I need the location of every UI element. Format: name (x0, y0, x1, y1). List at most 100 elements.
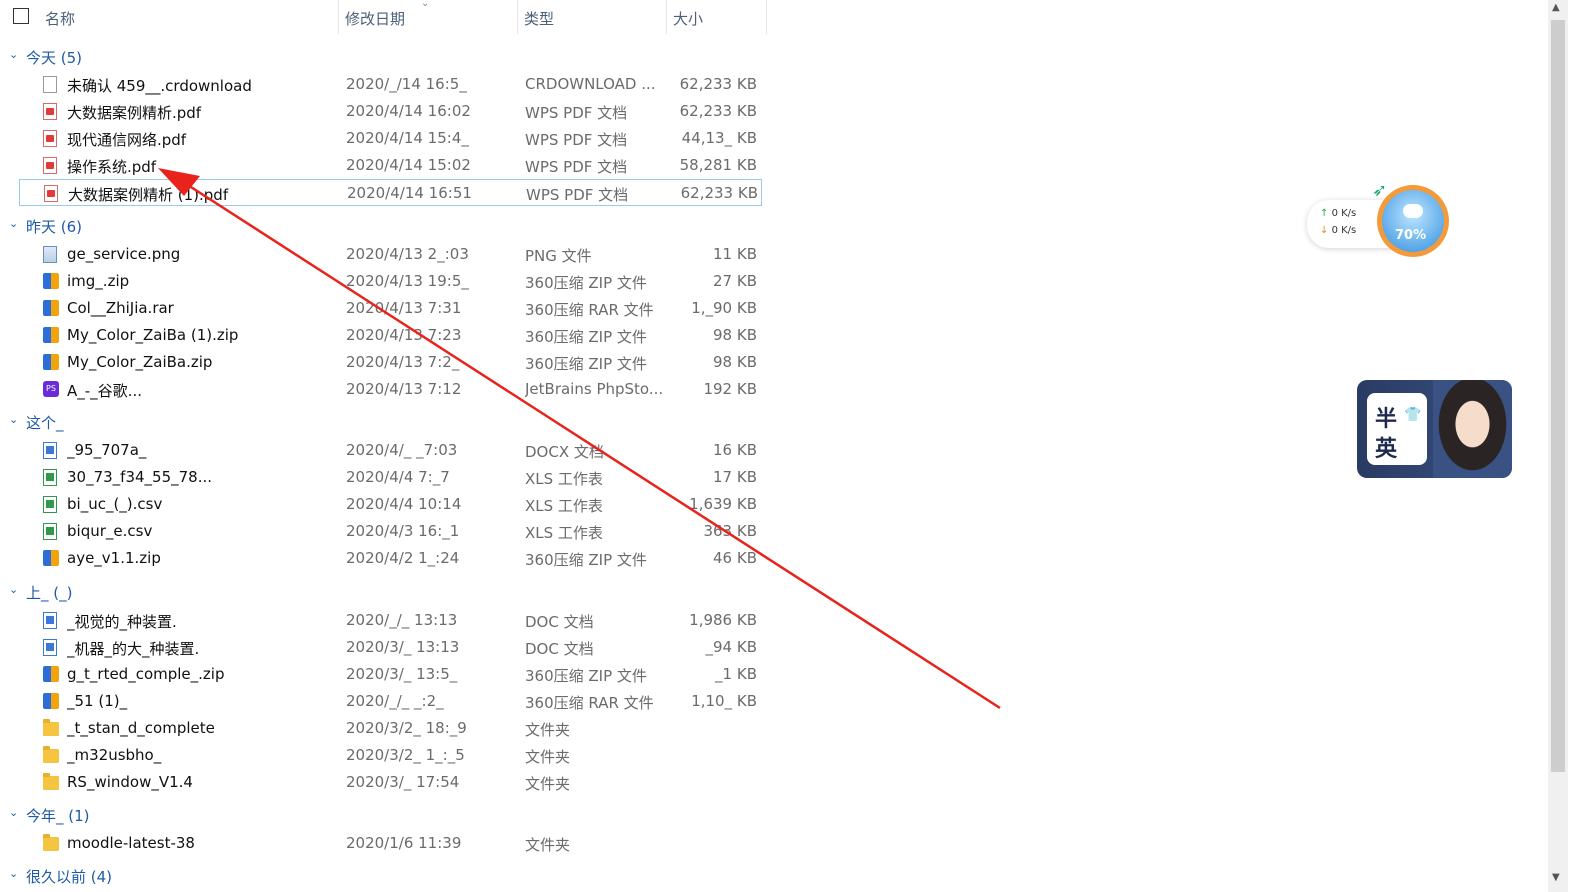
file-date: 2020/4/3 16:_1 (346, 522, 460, 540)
file-row[interactable]: My_Color_ZaiBa.zip 2020/4/13 7:2_ 360压缩 ZI… (19, 349, 762, 376)
column-size-header[interactable]: 大小 (667, 0, 767, 34)
file-size: _94 KB (705, 638, 757, 656)
collapse-chevron-icon[interactable]: ⌄ (9, 867, 18, 880)
upload-arrow-icon: ↑ (1320, 208, 1329, 219)
file-size: 1,_90 KB (691, 299, 757, 317)
file-row[interactable]: moodle-latest-38 2020/1/6 11:39 文件夹 (19, 830, 762, 857)
file-row[interactable]: 大数据案例精析 (1).pdf 2020/4/14 16:51 WPS PDF 文档… (19, 179, 762, 206)
group-label: 昨天 (6) (26, 218, 83, 236)
scrollbar-thumb[interactable] (1551, 20, 1565, 772)
file-name: A_-_谷歌... (67, 382, 142, 400)
file-row[interactable]: 现代通信网络.pdf 2020/4/14 15:4_ WPS PDF 文档 44,13… (19, 125, 762, 152)
file-row[interactable]: 未确认 459__.crdownload 2020/_/14 16:5_ CRDOW… (19, 71, 762, 98)
scroll-up-icon[interactable]: ▲ (1552, 2, 1560, 13)
file-type: WPS PDF 文档 (525, 131, 628, 149)
zip-archive-icon (43, 666, 59, 682)
collapse-chevron-icon[interactable]: ⌄ (9, 413, 18, 426)
file-date: 2020/3/2_ 18:_9 (346, 719, 467, 737)
file-row[interactable]: aye_v1.1.zip 2020/4/2 1_:24 360压缩 ZIP 文件 46… (19, 545, 762, 572)
file-type: 360压缩 ZIP 文件 (525, 328, 647, 346)
file-date: 2020/4/14 16:02 (346, 102, 471, 120)
file-row[interactable]: _t_stan_d_complete 2020/3/2_ 18:_9 文件夹 (19, 715, 762, 742)
file-name: img_.zip (67, 272, 130, 290)
column-name-header[interactable]: 名称 (0, 0, 339, 34)
file-date: 2020/4/13 7:12 (346, 380, 462, 398)
rocket-icon: ➶ (1372, 180, 1388, 201)
zip-archive-icon (43, 693, 59, 709)
folder-icon (43, 719, 59, 736)
file-row[interactable]: ge_service.png 2020/4/13 2_:03 PNG 文件 11 KB (19, 241, 762, 268)
file-type: PNG 文件 (525, 247, 592, 265)
group-header[interactable]: ⌄ 今年_ (1) (0, 803, 1548, 825)
folder-icon (43, 773, 59, 790)
file-row[interactable]: My_Color_ZaiBa (1).zip 2020/4/13 7:23 360压… (19, 322, 762, 349)
file-row[interactable]: RS_window_V1.4 2020/3/_ 17:54 文件夹 (19, 769, 762, 796)
file-size: 98 KB (713, 326, 757, 344)
file-date: 2020/4/14 16:51 (347, 184, 472, 202)
ad-logo: 半 👕 英 (1367, 393, 1427, 465)
column-size-label: 大小 (673, 10, 704, 28)
file-name: _机器_的大_种装置. (67, 640, 200, 658)
scroll-down-icon[interactable]: ▼ (1552, 872, 1560, 883)
file-type: WPS PDF 文档 (525, 158, 628, 176)
file-date: 2020/4/14 15:02 (346, 156, 471, 174)
download-speed: ↓ 0 K/s (1320, 225, 1356, 236)
zip-archive-icon (43, 300, 59, 316)
file-type: XLS 工作表 (525, 470, 603, 488)
file-row[interactable]: img_.zip 2020/4/13 19:5_ 360压缩 ZIP 文件 27 KB (19, 268, 762, 295)
file-type: DOC 文档 (525, 613, 594, 631)
file-type: XLS 工作表 (525, 524, 603, 542)
file-size: 44,13_ KB (681, 129, 757, 147)
upload-speed-value: 0 K/s (1331, 208, 1357, 219)
file-row[interactable]: _机器_的大_种装置. 2020/3/_ 13:13 DOC 文档 _94 KB (19, 634, 762, 661)
file-row[interactable]: 大数据案例精析.pdf 2020/4/14 16:02 WPS PDF 文档 62,2… (19, 98, 762, 125)
file-row[interactable]: 操作系统.pdf 2020/4/14 15:02 WPS PDF 文档 58,281 … (19, 152, 762, 179)
collapse-chevron-icon[interactable]: ⌄ (9, 583, 18, 596)
collapse-chevron-icon[interactable]: ⌄ (9, 48, 18, 61)
file-row[interactable]: _视觉的_种装置. 2020/_/_ 13:13 DOC 文档 1,986 KB (19, 607, 762, 634)
upload-speed: ↑ 0 K/s (1320, 208, 1356, 219)
vertical-scrollbar[interactable]: ▲ ▼ (1548, 0, 1568, 892)
file-row[interactable]: _95_707a_ 2020/4/_ _7:03 DOCX 文档 16 KB (19, 437, 762, 464)
group-header[interactable]: ⌄ 很久以前 (4) (0, 864, 1548, 886)
excel-icon (43, 469, 57, 486)
file-row[interactable]: PS A_-_谷歌... 2020/4/13 7:12 JetBrains PhpSt… (19, 376, 762, 403)
file-type: 360压缩 ZIP 文件 (525, 274, 647, 292)
file-size: 62,233 KB (679, 102, 757, 120)
collapse-chevron-icon[interactable]: ⌄ (9, 217, 18, 230)
file-name: bi_uc_(_).csv (67, 495, 163, 513)
group-header[interactable]: ⌄ 今天 (5) (0, 45, 1548, 67)
pdf-icon (43, 130, 57, 147)
file-row[interactable]: bi_uc_(_).csv 2020/4/4 10:14 XLS 工作表 1,639 … (19, 491, 762, 518)
file-size: 27 KB (713, 272, 757, 290)
file-name: 未确认 459__.crdownload (67, 77, 252, 95)
file-size: 1,639 KB (689, 495, 757, 513)
group-header[interactable]: ⌄ 上_ (_) (0, 580, 1548, 602)
collapse-chevron-icon[interactable]: ⌄ (9, 806, 18, 819)
excel-icon (43, 523, 57, 540)
file-size: 1,10_ KB (691, 692, 757, 710)
column-date-label: 修改日期 (345, 10, 406, 28)
excel-icon (43, 496, 57, 513)
file-row[interactable]: _m32usbho_ 2020/3/2_ 1_:_5 文件夹 (19, 742, 762, 769)
ad-portrait-image (1433, 380, 1512, 478)
file-date: 2020/_/_ _:2_ (346, 692, 444, 710)
file-row[interactable]: g_t_rted_comple_.zip 2020/3/_ 13:5_ 360压缩 … (19, 661, 762, 688)
column-type-header[interactable]: 类型 (518, 0, 667, 34)
select-all-checkbox[interactable] (13, 8, 29, 24)
file-row[interactable]: _51 (1)_ 2020/_/_ _:2_ 360压缩 RAR 文件 1,10_ K… (19, 688, 762, 715)
file-name: 大数据案例精析 (1).pdf (68, 186, 229, 204)
file-row[interactable]: Col__ZhiJia.rar 2020/4/13 7:31 360压缩 RAR 文… (19, 295, 762, 322)
file-row[interactable]: biqur_e.csv 2020/4/3 16:_1 XLS 工作表 363 KB (19, 518, 762, 545)
file-type: WPS PDF 文档 (526, 186, 629, 204)
file-row[interactable]: 30_73_f34_55_78... 2020/4/4 7:_7 XLS 工作表 17… (19, 464, 762, 491)
file-type: 文件夹 (525, 775, 571, 793)
column-name-label: 名称 (45, 10, 76, 28)
file-name: RS_window_V1.4 (67, 773, 193, 791)
group-header[interactable]: ⌄ 这个_ (0, 410, 1548, 432)
word-doc-icon (43, 442, 57, 459)
floating-ad-card[interactable]: 半 👕 英 (1357, 380, 1512, 478)
group-label: 这个_ (26, 414, 64, 432)
word-doc-icon (43, 639, 57, 656)
file-date: 2020/4/14 15:4_ (346, 129, 469, 147)
